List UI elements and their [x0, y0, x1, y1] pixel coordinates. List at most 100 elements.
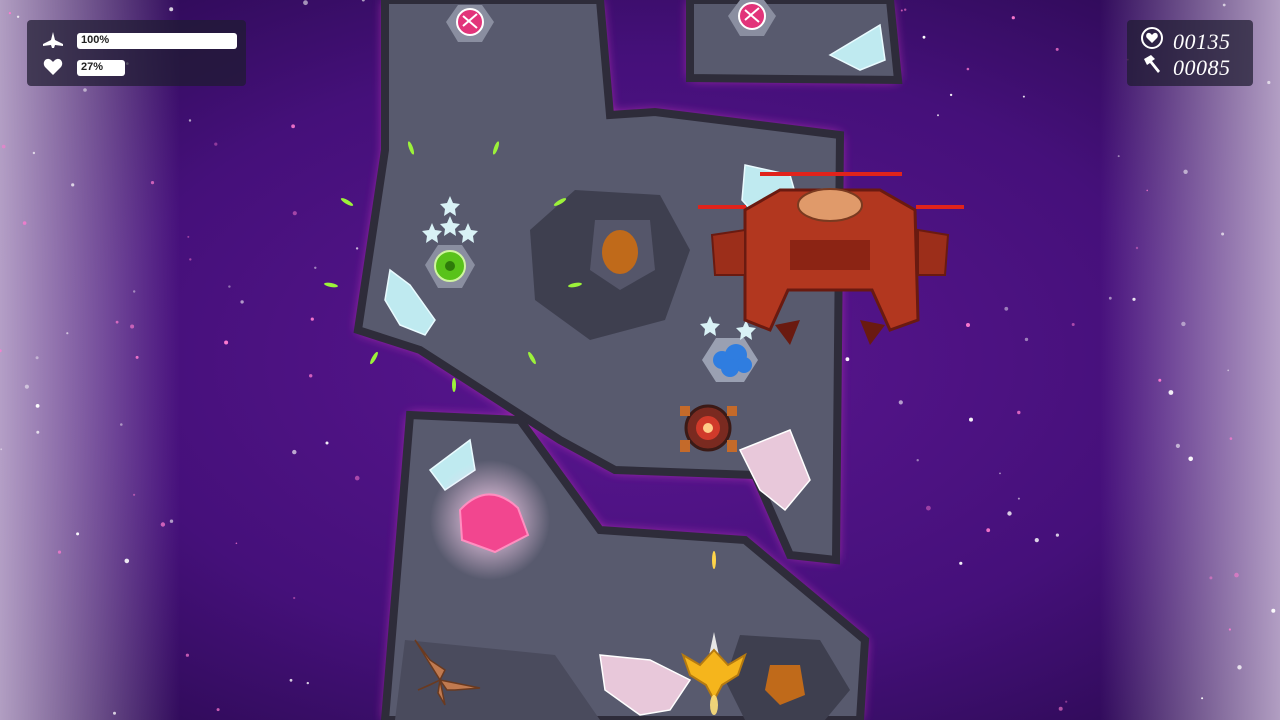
- boss-left-health-bar: [698, 205, 746, 209]
- star: [16, 15, 20, 18]
- star: [1146, 189, 1148, 192]
- star: [169, 519, 174, 523]
- star: [291, 124, 295, 129]
- star: [214, 142, 218, 146]
- star: [1055, 533, 1059, 537]
- shield-label: 27%: [81, 61, 104, 73]
- star: [1011, 16, 1015, 20]
- star: [169, 7, 174, 12]
- star: [0, 448, 3, 451]
- star: [309, 374, 313, 378]
- turret-enemy: [680, 404, 737, 452]
- star: [35, 404, 40, 408]
- star: [922, 35, 926, 39]
- star: [83, 88, 87, 92]
- star: [1017, 410, 1021, 415]
- heart-badge-icon: [1141, 26, 1163, 54]
- star: [35, 356, 39, 360]
- star: [130, 324, 135, 329]
- star: [235, 542, 238, 545]
- star: [986, 528, 991, 533]
- star: [1237, 665, 1242, 670]
- resources-row: 00085: [1141, 53, 1230, 80]
- star: [160, 522, 166, 527]
- star: [133, 290, 136, 293]
- star: [900, 9, 903, 12]
- star: [1234, 572, 1239, 578]
- hammer-icon: [1141, 53, 1163, 80]
- star: [1222, 3, 1226, 7]
- star: [1058, 706, 1063, 711]
- star: [1227, 369, 1230, 372]
- star: [314, 266, 317, 269]
- left-nebula-fog: [0, 0, 180, 720]
- star: [293, 596, 296, 600]
- star: [916, 459, 919, 462]
- boss-health-bar: [760, 172, 902, 176]
- star: [189, 258, 192, 261]
- star: [1055, 47, 1059, 51]
- star: [1181, 321, 1186, 327]
- star: [120, 423, 123, 426]
- star: [1007, 511, 1012, 516]
- star: [1228, 628, 1231, 631]
- resources-value: 00085: [1173, 55, 1231, 80]
- star: [133, 493, 136, 496]
- star: [937, 114, 939, 117]
- star: [292, 449, 297, 455]
- star: [57, 550, 62, 554]
- star: [966, 67, 970, 71]
- status-panel: 100% 27%: [27, 20, 246, 86]
- star: [303, 0, 308, 6]
- boss-right-health-bar: [916, 205, 964, 209]
- star: [1229, 437, 1233, 440]
- star: [1132, 297, 1136, 301]
- star: [150, 181, 155, 185]
- star: [949, 93, 953, 97]
- star: [1, 144, 6, 149]
- star: [240, 300, 244, 304]
- star: [1024, 337, 1029, 342]
- star: [898, 400, 903, 405]
- star: [1183, 169, 1188, 174]
- star: [36, 430, 40, 434]
- star: [76, 532, 80, 536]
- star: [115, 320, 119, 324]
- score-panel: 00135 00085: [1127, 20, 1253, 86]
- star: [1117, 155, 1120, 158]
- star: [113, 711, 116, 715]
- ship-health-row: 100%: [41, 30, 237, 50]
- star: [124, 558, 130, 564]
- star: [22, 221, 27, 225]
- ship-health-label: 100%: [81, 34, 110, 46]
- star: [1022, 95, 1025, 98]
- star: [310, 317, 314, 321]
- star: [292, 211, 297, 216]
- star: [969, 417, 973, 422]
- star: [1175, 443, 1180, 448]
- star: [224, 340, 229, 345]
- star: [966, 323, 970, 327]
- star: [1168, 390, 1174, 395]
- star: [1188, 456, 1193, 462]
- star: [1071, 323, 1075, 326]
- score-row: 00135: [1141, 26, 1230, 54]
- star: [1108, 296, 1112, 300]
- star: [1065, 700, 1068, 703]
- star: [216, 708, 220, 712]
- star: [1271, 608, 1276, 613]
- star: [1004, 306, 1009, 311]
- star: [1201, 697, 1204, 700]
- star: [187, 235, 190, 238]
- star: [1034, 538, 1039, 543]
- ship-icon: [41, 30, 65, 50]
- star: [355, 247, 359, 250]
- shield-row: 27%: [41, 57, 125, 77]
- heart-icon: [41, 57, 65, 77]
- star: [1209, 576, 1213, 580]
- star: [32, 151, 36, 155]
- game-scene: [0, 0, 1280, 720]
- star: [1135, 246, 1139, 250]
- star: [1158, 378, 1162, 382]
- star: [66, 332, 69, 335]
